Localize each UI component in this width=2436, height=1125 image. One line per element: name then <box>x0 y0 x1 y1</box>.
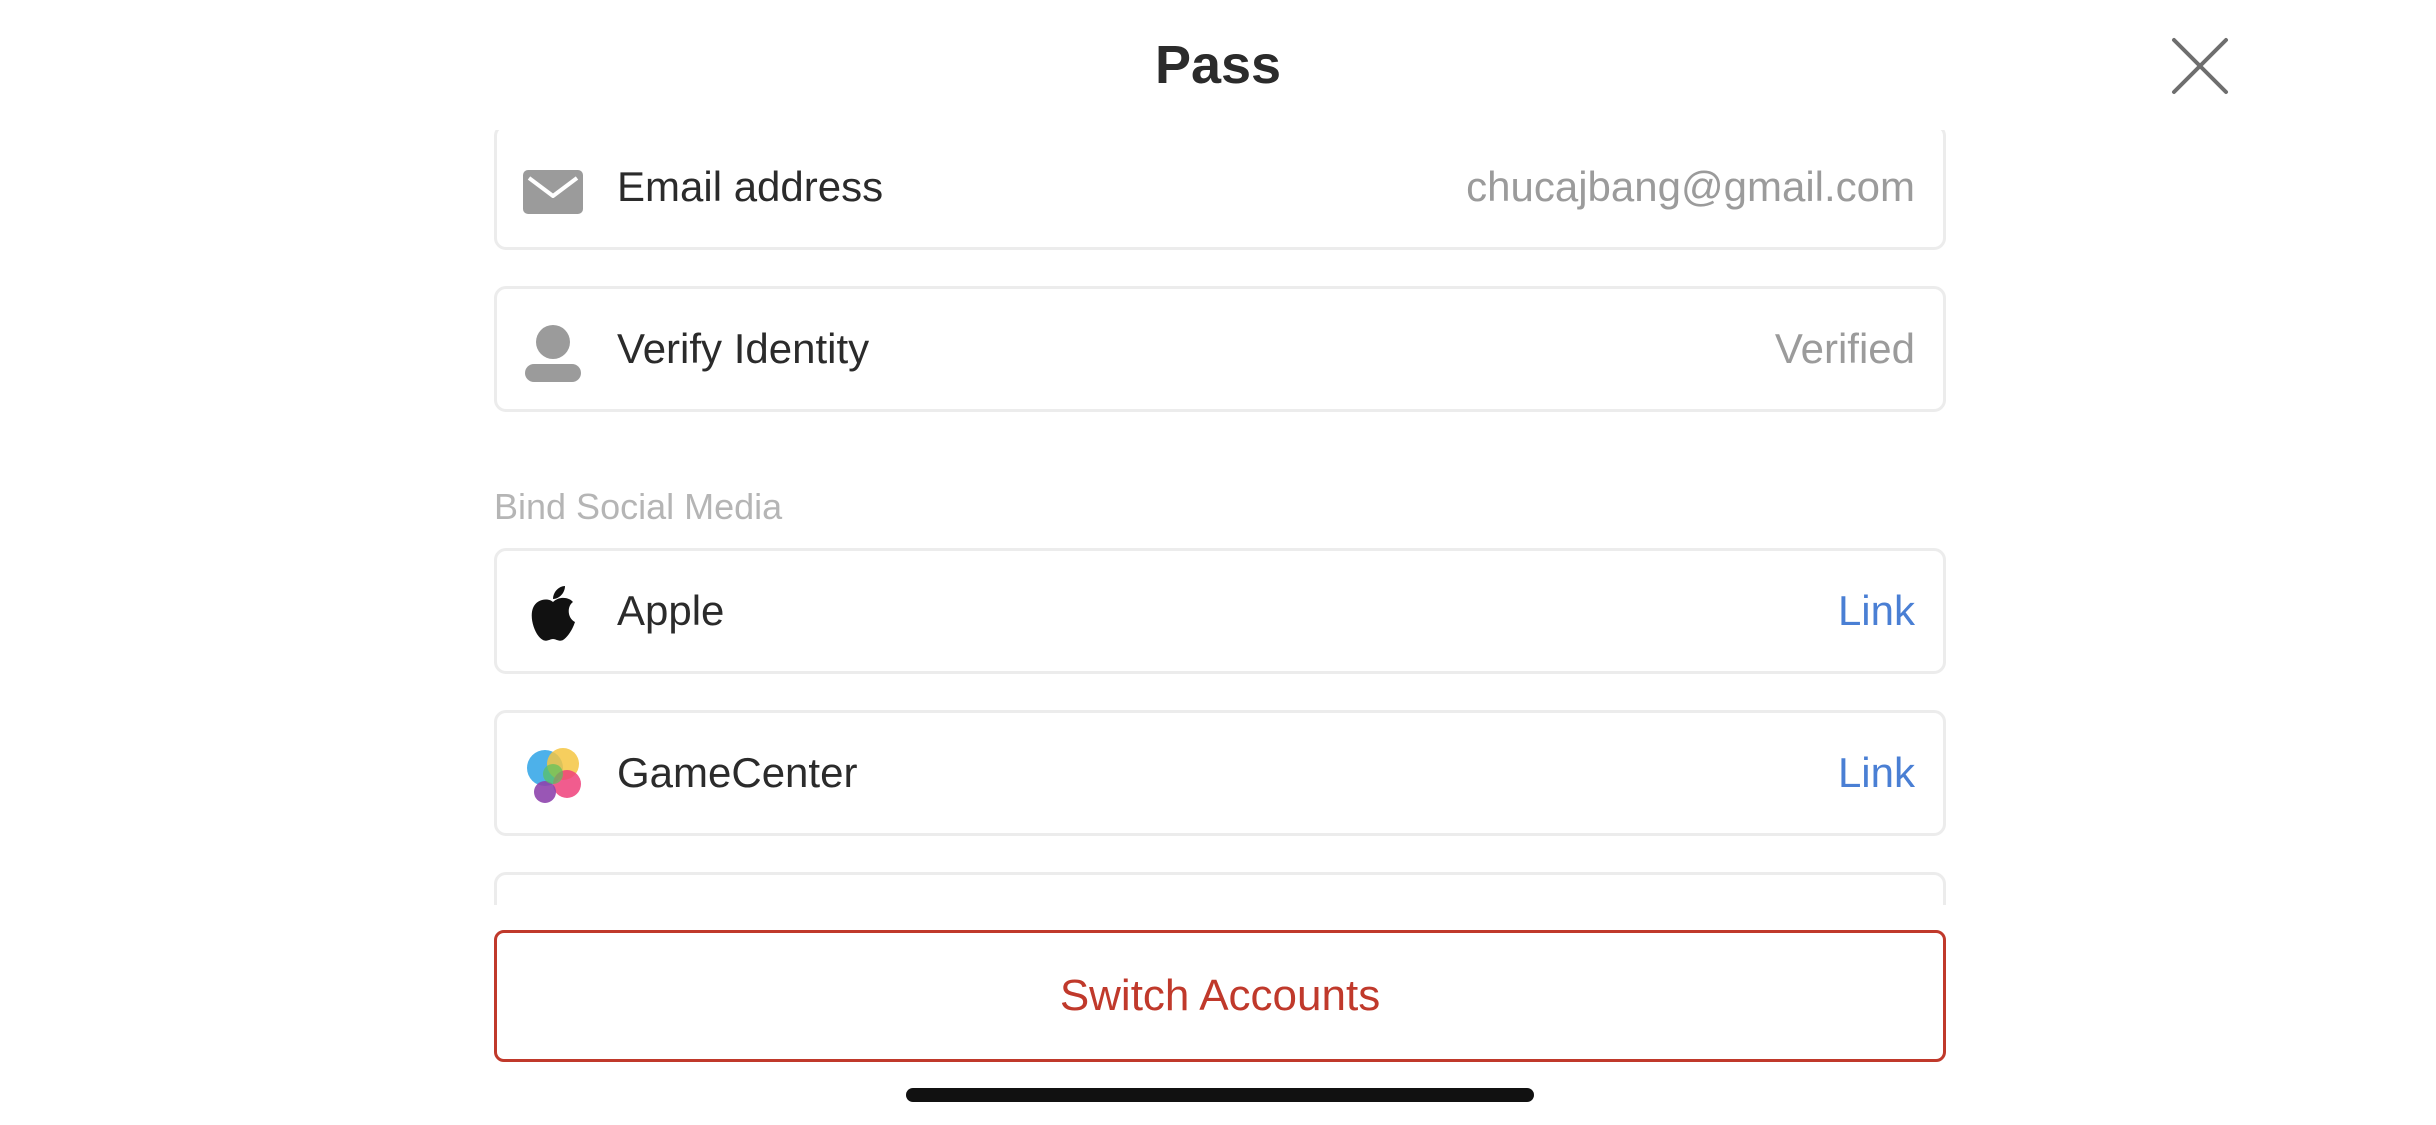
page-title: Pass <box>1154 35 1282 95</box>
verify-identity-row[interactable]: Verify Identity Verified <box>494 286 1946 412</box>
close-icon <box>2172 38 2228 94</box>
pass-screen: Pass Email address chucajbang@gmail.com <box>0 0 2436 1125</box>
apple-icon <box>523 584 583 644</box>
email-row[interactable]: Email address chucajbang@gmail.com <box>494 130 1946 250</box>
gamecenter-link-button[interactable]: Link <box>1838 713 1915 833</box>
gamecenter-icon <box>523 746 583 806</box>
apple-link-button[interactable]: Link <box>1838 551 1915 671</box>
switch-accounts-button[interactable]: Switch Accounts <box>494 930 1946 1062</box>
verify-identity-label: Verify Identity <box>617 325 870 372</box>
apple-label: Apple <box>617 587 725 634</box>
person-icon <box>523 322 583 382</box>
apple-row[interactable]: Apple Link <box>494 548 1946 674</box>
email-value: chucajbang@gmail.com <box>1466 163 1915 210</box>
verify-identity-status: Verified <box>1774 325 1915 372</box>
bind-social-media-heading: Bind Social Media <box>494 486 783 527</box>
mail-icon <box>523 160 583 220</box>
next-social-row-partial[interactable] <box>494 872 1946 905</box>
gamecenter-label: GameCenter <box>617 749 858 796</box>
gamecenter-row[interactable]: GameCenter Link <box>494 710 1946 836</box>
settings-scroll-area[interactable]: Email address chucajbang@gmail.com Verif… <box>0 130 2436 905</box>
home-indicator[interactable] <box>906 1088 1534 1102</box>
email-label: Email address <box>617 163 884 210</box>
close-button[interactable] <box>2170 36 2230 96</box>
